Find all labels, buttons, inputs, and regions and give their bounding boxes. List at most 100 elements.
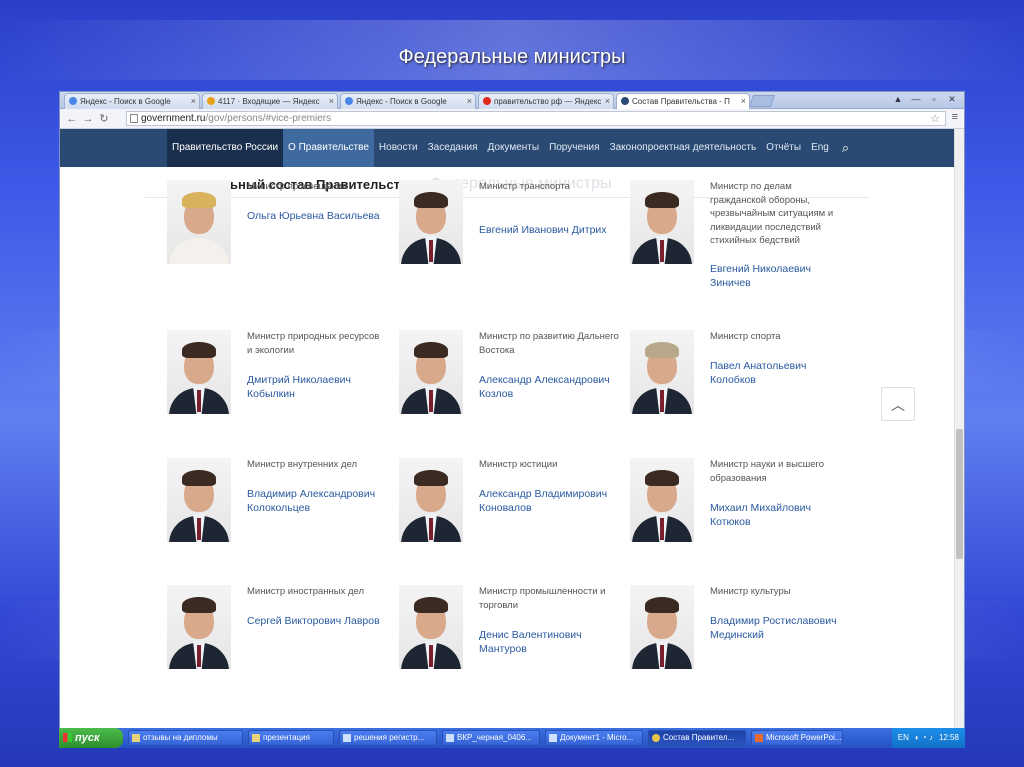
taskbar-item[interactable]: презентация (248, 730, 334, 746)
browser-tab[interactable]: Яндекс - Поиск в Google × (340, 93, 476, 109)
taskbar-item[interactable]: решения регистр... (339, 730, 437, 746)
minister-role: Министр по развитию Дальнего Востока (479, 331, 619, 356)
taskbar-item[interactable]: Microsoft PowerPoi... (751, 730, 843, 746)
nav-meetings[interactable]: Заседания (423, 129, 483, 167)
browser-tab[interactable]: правительство рф — Яндекс × (478, 93, 614, 109)
minister-role: Министр внутренних дел (247, 459, 358, 470)
nav-news[interactable]: Новости (374, 129, 423, 167)
system-tray: EN ◐ ◔ ♪ 12:58 (891, 728, 965, 748)
minister-name-link[interactable]: Сергей Викторович Лавров (247, 614, 387, 628)
tab-label: Яндекс - Поиск в Google (356, 97, 447, 106)
minister-role: Министр промышленности и торговли (479, 586, 606, 611)
minister-role: Министр по делам гражданской обороны, чр… (710, 181, 834, 246)
menu-icon[interactable]: ≡ (952, 111, 958, 123)
close-icon[interactable]: × (741, 96, 746, 106)
minister-photo[interactable] (167, 458, 231, 542)
nav-legislation[interactable]: Законопроектная деятельность (605, 129, 762, 167)
minister-name-link[interactable]: Владимир Александрович Колокольцев (247, 487, 387, 515)
minister-photo[interactable] (399, 585, 463, 669)
user-icon[interactable]: ▲ (890, 93, 906, 105)
nav-about-government[interactable]: О Правительстве (283, 129, 374, 167)
minister-photo[interactable] (399, 330, 463, 414)
windows-logo-icon (63, 733, 72, 742)
close-icon[interactable]: × (605, 96, 610, 106)
search-icon[interactable]: ⌕ (842, 140, 849, 156)
browser-tab-active[interactable]: Состав Правительства - П × (616, 93, 750, 109)
word-icon (343, 734, 351, 742)
folder-icon (252, 734, 260, 742)
language-indicator[interactable]: EN (898, 728, 909, 748)
minister-name-link[interactable]: Дмитрий Николаевич Кобылкин (247, 373, 387, 401)
minister-role: Министр транспорта (479, 181, 570, 192)
minister-name-link[interactable]: Евгений Николаевич Зиничев (710, 262, 850, 290)
new-tab-button[interactable] (748, 95, 776, 107)
nav-documents[interactable]: Документы (483, 129, 545, 167)
url-input[interactable]: government.ru/gov/persons/#vice-premiers (126, 111, 946, 126)
minister-role: Министр просвещения (247, 181, 348, 192)
close-icon[interactable]: × (329, 96, 334, 106)
minister-name-link[interactable]: Ольга Юрьевна Васильева (247, 209, 387, 223)
nav-english[interactable]: Eng (806, 129, 834, 167)
minister-photo[interactable] (167, 330, 231, 414)
address-bar: ← → ↻ government.ru/gov/persons/#vice-pr… (60, 109, 964, 129)
start-button[interactable]: пуск (59, 728, 123, 748)
tab-label: Состав Правительства - П (632, 97, 730, 106)
browser-window: Яндекс - Поиск в Google × 4117 · Входящие… (59, 91, 965, 734)
chrome-icon (652, 734, 660, 742)
slide-title: Федеральные министры (398, 46, 626, 68)
powerpoint-icon (755, 734, 763, 742)
taskbar-item[interactable]: Документ1 - Micro... (545, 730, 643, 746)
minister-name-link[interactable]: Евгений Иванович Дитрих (479, 223, 619, 237)
scrollbar[interactable] (954, 129, 964, 732)
minister-photo[interactable] (630, 180, 694, 264)
taskbar-item-label: отзывы на дипломы (143, 733, 218, 742)
minister-photo[interactable] (167, 585, 231, 669)
minister-name-link[interactable]: Павел Анатольевич Колобков (710, 359, 850, 387)
minister-photo[interactable] (399, 180, 463, 264)
minister-photo[interactable] (399, 458, 463, 542)
minister-role: Министр спорта (710, 331, 781, 342)
gov-icon (621, 97, 629, 105)
reload-icon[interactable]: ↻ (96, 112, 112, 125)
minister-name-link[interactable]: Владимир Ростиславович Мединский (710, 614, 850, 642)
back-icon[interactable]: ← (64, 113, 80, 125)
taskbar-item[interactable]: отзывы на дипломы (128, 730, 243, 746)
close-icon[interactable]: × (467, 96, 472, 106)
taskbar-item[interactable]: ВКР_черная_0406... (442, 730, 540, 746)
minister-role: Министр культуры (710, 586, 791, 597)
nav-instructions[interactable]: Поручения (544, 129, 605, 167)
close-icon[interactable]: × (191, 96, 196, 106)
maximize-icon[interactable]: ▫ (926, 93, 942, 105)
word-icon (446, 734, 454, 742)
minister-photo[interactable] (630, 458, 694, 542)
scroll-to-top-button[interactable]: ︿ (881, 387, 915, 421)
tray-icons: ◐ ◔ ♪ (914, 733, 933, 742)
page-icon (130, 114, 138, 123)
minister-name-link[interactable]: Александр Александрович Козлов (479, 373, 619, 401)
forward-icon[interactable]: → (80, 113, 96, 125)
minister-name-link[interactable]: Денис Валентинович Мантуров (479, 628, 619, 656)
browser-tab[interactable]: Яндекс - Поиск в Google × (64, 93, 200, 109)
bookmark-star-icon[interactable]: ☆ (930, 112, 940, 125)
browser-tab[interactable]: 4117 · Входящие — Яндекс × (202, 93, 338, 109)
clock: 12:58 (938, 733, 959, 742)
minister-photo[interactable] (630, 330, 694, 414)
taskbar-item-active[interactable]: Состав Правител... (648, 730, 746, 746)
page-viewport: Правительство России О Правительстве Нов… (60, 129, 964, 732)
minister-photo[interactable] (630, 585, 694, 669)
start-label: пуск (75, 732, 100, 744)
minister-role: Министр науки и высшего образования (710, 459, 825, 484)
minister-name-link[interactable]: Михаил Михайлович Котюков (710, 501, 850, 529)
tab-label: правительство рф — Яндекс (494, 97, 602, 106)
scrollbar-thumb[interactable] (956, 429, 963, 559)
minister-photo[interactable] (167, 180, 231, 264)
folder-icon (132, 734, 140, 742)
window-controls: ▲ — ▫ ✕ (890, 93, 960, 105)
minister-name-link[interactable]: Александр Владимирович Коновалов (479, 487, 619, 515)
nav-government-russia[interactable]: Правительство России (167, 129, 284, 167)
nav-reports[interactable]: Отчёты (761, 129, 806, 167)
minimize-icon[interactable]: — (908, 93, 924, 105)
close-window-icon[interactable]: ✕ (944, 93, 960, 105)
minister-role: Министр иностранных дел (247, 586, 365, 597)
minister-role: Министр природных ресурсов и экологии (247, 331, 380, 356)
